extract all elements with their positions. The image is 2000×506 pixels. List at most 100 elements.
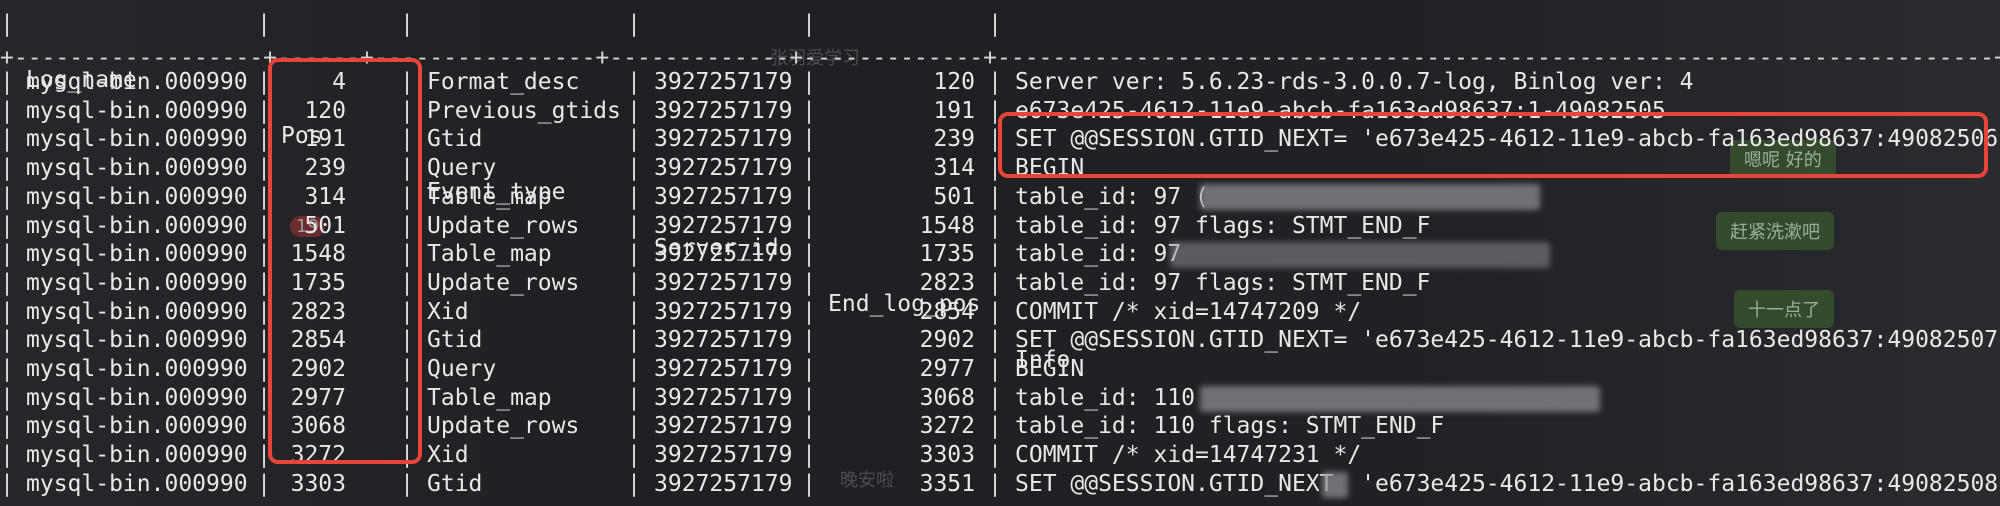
redaction-blur xyxy=(1200,386,1600,412)
column-separator: | xyxy=(0,327,14,354)
cell-end-log-pos: 2854 xyxy=(919,298,975,325)
cell-server-id: 3927257179 xyxy=(654,126,793,153)
cell-info: BEGIN xyxy=(1015,356,1085,382)
cell-info: COMMIT /* xid=14747209 */ xyxy=(1015,298,1362,325)
redaction-blur xyxy=(1200,184,1540,210)
column-separator: | xyxy=(988,442,1002,469)
column-separator: | xyxy=(627,97,641,124)
cell-server-id: 3927257179 xyxy=(654,241,793,268)
column-separator: | xyxy=(802,69,816,95)
column-separator: | xyxy=(802,212,816,239)
cell-info: table_id: 97 ( xyxy=(1015,183,1209,210)
column-separator: | xyxy=(802,155,816,182)
cell-info: table_id: 97 xyxy=(1015,241,1182,268)
cell-event-type: Update_rows xyxy=(427,212,580,239)
column-separator: | xyxy=(627,241,641,268)
cell-log-name: mysql-bin.000990 xyxy=(26,69,248,95)
cell-log-name: mysql-bin.000990 xyxy=(26,183,248,210)
cell-server-id: 3927257179 xyxy=(654,327,793,354)
cell-info: SET @@SESSION.GTID_NEXT 'e673e425-4612-1… xyxy=(1015,470,2000,497)
cell-server-id: 3927257179 xyxy=(654,298,793,325)
column-separator: | xyxy=(627,126,641,153)
column-separator: | xyxy=(802,470,816,497)
cell-log-name: mysql-bin.000990 xyxy=(26,269,248,296)
column-separator: | xyxy=(802,298,816,325)
cell-log-name: mysql-bin.000990 xyxy=(26,384,248,411)
terminal-window[interactable]: 张羽爱学习 嗯呢 好的 赶紧洗漱吧 十一点了 晚安啦 19 | Log_name… xyxy=(0,0,2000,506)
cell-end-log-pos: 191 xyxy=(933,97,975,124)
column-separator: | xyxy=(0,269,14,296)
column-separator: | xyxy=(0,126,14,153)
redaction-blur xyxy=(1322,472,1348,498)
column-separator: | xyxy=(0,183,14,210)
cell-server-id: 3927257179 xyxy=(654,470,793,497)
cell-info: SET @@SESSION.GTID_NEXT= 'e673e425-4612-… xyxy=(1015,327,2000,354)
cell-event-type: Update_rows xyxy=(427,269,580,296)
column-separator: | xyxy=(0,97,14,124)
cell-log-name: mysql-bin.000990 xyxy=(26,155,248,182)
cell-info: table_id: 110 xyxy=(1015,384,1196,411)
cell-log-name: mysql-bin.000990 xyxy=(26,470,248,497)
cell-pos: 3303 xyxy=(290,470,346,497)
cell-server-id: 3927257179 xyxy=(654,69,793,95)
column-separator: | xyxy=(802,97,816,124)
cell-info: COMMIT /* xid=14747231 */ xyxy=(1015,442,1362,469)
column-separator: | xyxy=(988,69,1002,95)
column-separator: | xyxy=(627,298,641,325)
column-separator: | xyxy=(988,241,1002,268)
column-separator: | xyxy=(988,183,1002,210)
column-separator: | xyxy=(802,327,816,354)
column-separator: | xyxy=(0,69,14,95)
cell-log-name: mysql-bin.000990 xyxy=(26,356,248,382)
cell-event-type: Query xyxy=(427,356,497,382)
column-separator: | xyxy=(627,470,641,497)
cell-server-id: 3927257179 xyxy=(654,442,793,469)
table-row: | | | | | | mysql-bin.000990 3303 Gtid 3927257179… xyxy=(0,470,2000,498)
cell-event-type: Table_map xyxy=(427,183,552,210)
cell-event-type: Xid xyxy=(427,298,469,325)
cell-log-name: mysql-bin.000990 xyxy=(26,241,248,268)
column-separator: | xyxy=(802,241,816,268)
cell-end-log-pos: 3351 xyxy=(919,470,975,497)
column-separator: | xyxy=(627,183,641,210)
cell-event-type: Gtid xyxy=(427,470,483,497)
cell-server-id: 3927257179 xyxy=(654,155,793,182)
table-header: | Log_name | Pos | Event_type | Server_i… xyxy=(0,11,1071,373)
cell-end-log-pos: 120 xyxy=(933,69,975,95)
cell-log-name: mysql-bin.000990 xyxy=(26,327,248,354)
column-separator: | xyxy=(802,126,816,153)
cell-server-id: 3927257179 xyxy=(654,183,793,210)
column-separator: | xyxy=(988,384,1002,411)
cell-server-id: 3927257179 xyxy=(654,356,793,382)
cell-server-id: 3927257179 xyxy=(654,384,793,411)
column-separator: | xyxy=(627,69,641,95)
cell-end-log-pos: 3272 xyxy=(919,413,975,440)
column-separator: | xyxy=(0,298,14,325)
cell-server-id: 3927257179 xyxy=(654,413,793,440)
cell-server-id: 3927257179 xyxy=(654,269,793,296)
column-separator: | xyxy=(988,269,1002,296)
cell-event-type: Table_map xyxy=(427,384,552,411)
column-separator: | xyxy=(400,470,414,497)
column-separator: | xyxy=(627,269,641,296)
cell-event-type: Query xyxy=(427,155,497,182)
cell-end-log-pos: 2902 xyxy=(919,327,975,354)
column-separator: | xyxy=(627,413,641,440)
highlight-box-gtid-next xyxy=(998,112,1988,178)
cell-log-name: mysql-bin.000990 xyxy=(26,298,248,325)
column-separator: | xyxy=(988,212,1002,239)
column-separator: | xyxy=(988,327,1002,354)
column-separator: | xyxy=(988,470,1002,497)
column-separator: | xyxy=(0,442,14,469)
highlight-box-pos-column xyxy=(268,58,422,464)
column-separator: | xyxy=(802,356,816,382)
cell-end-log-pos: 2977 xyxy=(919,356,975,382)
cell-log-name: mysql-bin.000990 xyxy=(26,442,248,469)
cell-event-type: Update_rows xyxy=(427,413,580,440)
cell-event-type: Previous_gtids xyxy=(427,97,621,124)
cell-info: table_id: 97 flags: STMT_END_F xyxy=(1015,212,1431,239)
cell-end-log-pos: 1735 xyxy=(919,241,975,268)
cell-info: table_id: 97 flags: STMT_END_F xyxy=(1015,269,1431,296)
column-separator: | xyxy=(802,269,816,296)
column-separator: | xyxy=(988,413,1002,440)
